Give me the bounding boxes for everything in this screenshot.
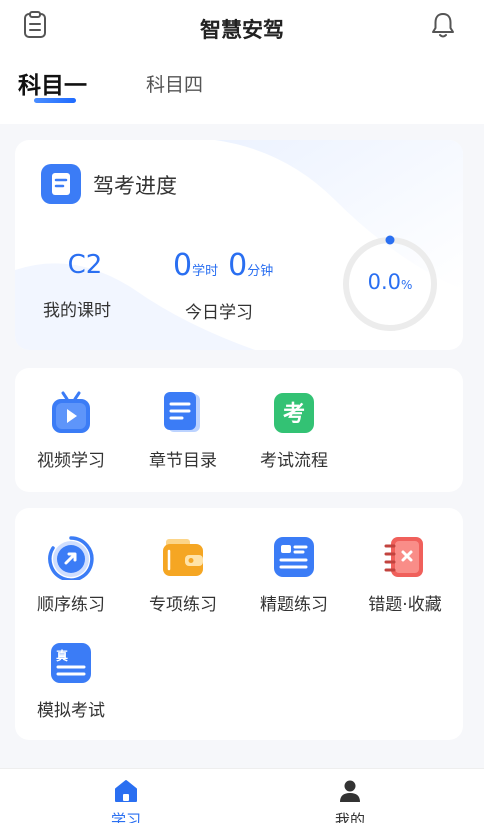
quick-label-exam-process: 考试流程 (260, 451, 328, 471)
progress-percent: 0.0% (340, 270, 440, 294)
quick-label-video: 视频学习 (37, 451, 105, 471)
today-minutes-unit: 分钟 (247, 264, 274, 279)
header: 智慧安驾 科目一 科目四 (0, 0, 484, 124)
quick-item-chapters[interactable]: 章节目录 (138, 390, 228, 471)
tabbar-label-mine: 我的 (334, 811, 365, 823)
list-icon (274, 537, 314, 577)
sequence-icon (48, 536, 94, 580)
tabbar-item-study[interactable]: 学习 (76, 779, 176, 823)
active-tab-indicator (34, 98, 76, 103)
tv-play-icon (52, 391, 90, 433)
bottom-tabbar: 学习 我的 (0, 768, 484, 823)
quick-access-card: 视频学习 章节目录 考 考试流程 (15, 368, 463, 492)
license-class-label: 我的课时 (43, 301, 111, 321)
today-study-label: 今日学习 (185, 303, 253, 323)
tab-subject-four[interactable]: 科目四 (146, 70, 203, 97)
practice-item-sequence[interactable]: 顺序练习 (26, 534, 116, 615)
progress-percent-unit: % (401, 278, 413, 292)
progress-card: 驾考进度 C2 我的课时 0学时 0分钟 今日学习 0.0% (15, 140, 463, 350)
practice-item-mock-exam[interactable]: 真 模拟考试 (26, 640, 116, 721)
practice-item-selected[interactable]: 精题练习 (249, 534, 339, 615)
gauge-start-dot (385, 235, 395, 245)
practice-item-special[interactable]: 专项练习 (138, 534, 228, 615)
practice-item-wrong-favorites[interactable]: 错题·收藏 (360, 534, 450, 615)
mock-exam-icon: 真 (51, 643, 91, 683)
license-class-value: C2 (67, 250, 103, 280)
wallet-icon (163, 539, 203, 576)
today-minutes-number: 0 (228, 248, 248, 283)
wrong-notebook-icon (384, 537, 423, 577)
today-hours-number: 0 (173, 248, 193, 283)
progress-book-icon (41, 164, 81, 204)
page-title: 智慧安驾 (200, 18, 284, 42)
tabbar-item-mine[interactable]: 我的 (300, 779, 400, 823)
quick-item-video[interactable]: 视频学习 (26, 390, 116, 471)
today-hours-unit: 学时 (192, 264, 219, 279)
practice-label-mock-exam: 模拟考试 (37, 701, 105, 721)
practice-label-wrong-favorites: 错题·收藏 (368, 595, 442, 615)
today-study-value: 0学时 0分钟 (173, 248, 283, 283)
quick-label-chapters: 章节目录 (149, 451, 217, 471)
quick-item-exam-process[interactable]: 考 考试流程 (249, 390, 339, 471)
mock-exam-glyph: 真 (56, 648, 68, 663)
tab-subject-one[interactable]: 科目一 (18, 66, 87, 100)
tabbar-label-study: 学习 (110, 811, 141, 823)
practice-label-special: 专项练习 (149, 595, 217, 615)
practice-card: 顺序练习 专项练习 精题练习 错题·收藏 真 模拟考试 (15, 508, 463, 740)
document-icon (164, 392, 200, 432)
progress-percent-number: 0.0 (367, 270, 401, 294)
exam-icon: 考 (274, 393, 314, 433)
exam-glyph: 考 (283, 402, 305, 427)
home-icon (115, 780, 137, 802)
practice-label-selected: 精题练习 (260, 595, 328, 615)
bell-icon[interactable] (428, 10, 458, 40)
practice-label-sequence: 顺序练习 (37, 595, 105, 615)
progress-title: 驾考进度 (93, 174, 177, 198)
user-icon (340, 780, 360, 802)
